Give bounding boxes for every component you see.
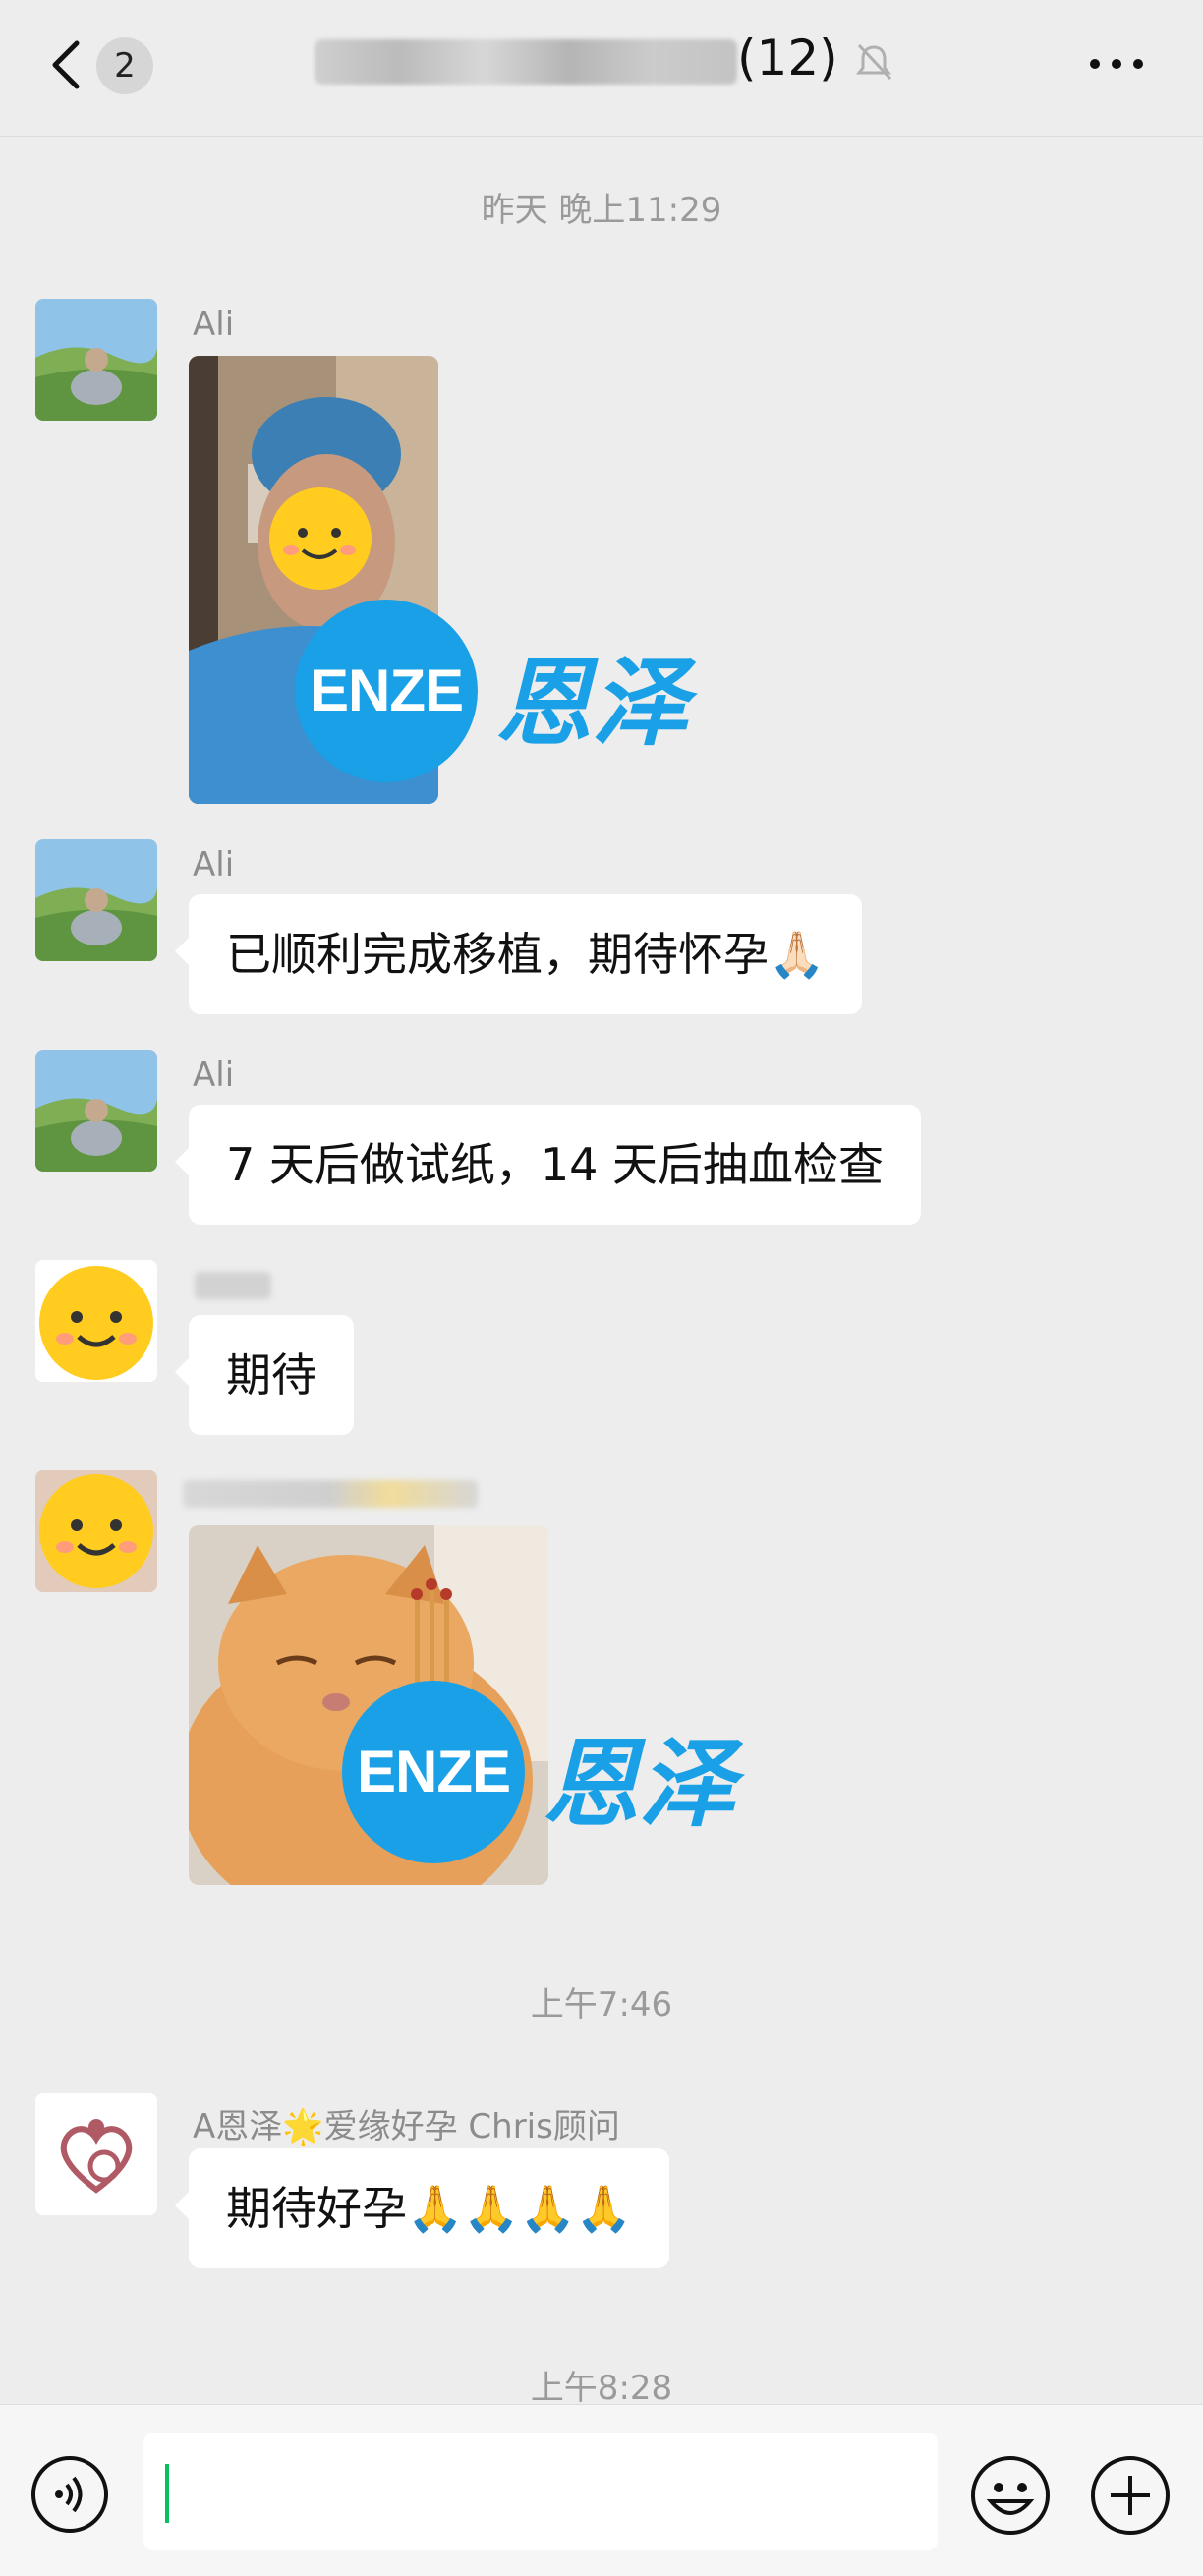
message-bubble[interactable]: 期待 <box>175 1315 354 1435</box>
timestamp: 上午8:28 <box>530 2369 673 2408</box>
group-member-count: (12) <box>737 29 838 86</box>
enze-watermark-text: 恩泽 <box>543 1728 736 1841</box>
sender-name-blurred <box>183 1480 478 1508</box>
input-bar <box>0 2404 1203 2576</box>
avatar[interactable] <box>35 839 157 961</box>
plus-icon[interactable] <box>1089 2454 1172 2537</box>
emoji-icon[interactable] <box>969 2454 1052 2537</box>
avatar[interactable] <box>35 1260 157 1382</box>
enze-watermark-badge: ENZE <box>342 1681 525 1863</box>
timestamp: 昨天 晚上11:29 <box>481 191 722 230</box>
sender-name: Ali <box>193 1056 235 1095</box>
avatar[interactable] <box>35 2093 157 2215</box>
message-bubble[interactable]: 7 天后做试纸，14 天后抽血检查 <box>174 1105 922 1225</box>
avatar[interactable] <box>35 299 157 421</box>
avatar[interactable] <box>35 1470 157 1592</box>
message-bubble[interactable]: 已顺利完成移植，期待怀孕🙏🏻 <box>174 894 863 1014</box>
unread-count-badge[interactable]: 2 <box>96 37 153 94</box>
group-name-blurred <box>315 39 737 85</box>
mute-bell-icon <box>855 43 892 81</box>
sender-name: Ali <box>193 305 235 344</box>
voice-icon[interactable] <box>29 2454 110 2535</box>
enze-watermark-text: 恩泽 <box>495 647 689 760</box>
sender-name-blurred <box>195 1272 271 1299</box>
message-bubble[interactable]: 期待好孕🙏🙏🙏🙏 <box>174 2148 670 2268</box>
more-icon[interactable] <box>1087 49 1146 79</box>
message-input[interactable] <box>143 2433 938 2550</box>
enze-watermark-badge: ENZE <box>295 600 478 782</box>
avatar[interactable] <box>35 1050 157 1172</box>
sender-name: Ali <box>193 845 235 885</box>
chat-header: 2 (12) <box>0 0 1203 137</box>
timestamp: 上午7:46 <box>530 1985 673 2025</box>
text-caret <box>165 2464 169 2523</box>
sender-name: A恩泽🌟爱缘好孕 Chris顾问 <box>193 2107 620 2147</box>
back-icon[interactable] <box>39 35 98 94</box>
